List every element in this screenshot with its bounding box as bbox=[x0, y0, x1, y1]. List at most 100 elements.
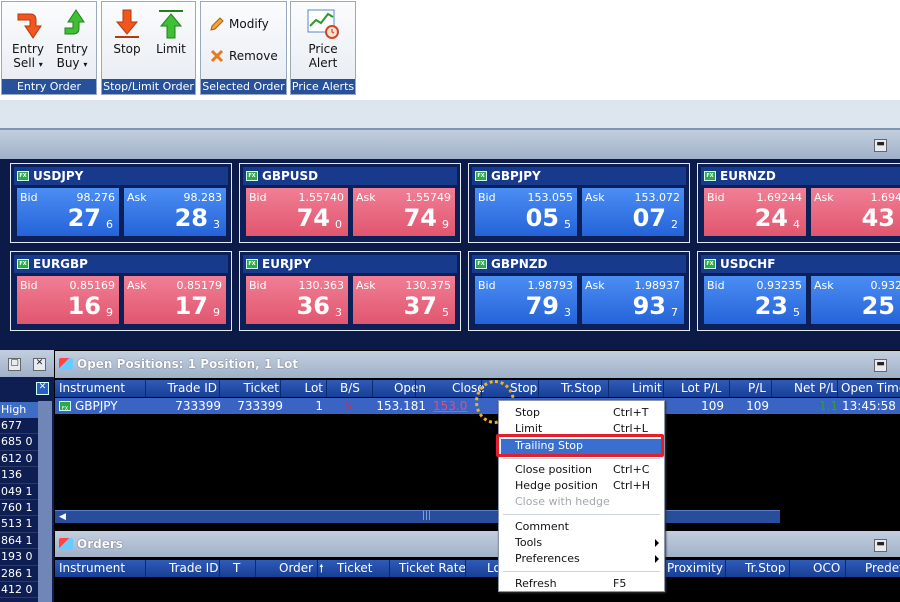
menu-item-hedge-position[interactable]: Hedge position bbox=[515, 478, 598, 493]
left-restore-button[interactable]: ▢ bbox=[8, 358, 21, 371]
column-divider bbox=[415, 380, 416, 397]
menu-item-preferences[interactable]: Preferences bbox=[515, 551, 580, 566]
column-header-net-p-l[interactable]: Net P/L bbox=[794, 381, 837, 396]
left-row: 864 1 bbox=[0, 533, 40, 550]
rate-tile-gbpnzd[interactable]: FX GBPNZD Bid 1.98793 79 3 Ask 1.98937 93 7 bbox=[468, 251, 690, 331]
stop-button[interactable]: Stop bbox=[108, 8, 146, 56]
column-header-stop[interactable]: Stop bbox=[510, 381, 537, 396]
column-header-ticket-rate[interactable]: Ticket Rate bbox=[399, 561, 466, 576]
menu-shortcut-stop: Ctrl+T bbox=[613, 406, 649, 419]
cell-lot-pl: 109 bbox=[701, 399, 724, 413]
bid-price-button[interactable]: Bid 1.98793 79 3 bbox=[475, 276, 577, 324]
menu-item-comment[interactable]: Comment bbox=[515, 519, 569, 534]
ask-price-button[interactable]: Ask 1.98937 93 7 bbox=[582, 276, 684, 324]
cell-pl: 109 bbox=[746, 399, 769, 413]
rates-minimize-button[interactable]: ▬ bbox=[874, 139, 887, 152]
price-alert-button[interactable]: Price Alert bbox=[301, 8, 345, 70]
scroll-left-icon[interactable]: ◀ bbox=[59, 512, 66, 522]
bid-price-button[interactable]: Bid 1.55740 74 0 bbox=[246, 188, 348, 236]
bid-price-button[interactable]: Bid 130.363 36 3 bbox=[246, 276, 348, 324]
column-divider bbox=[255, 560, 256, 577]
rate-tile-eurnzd[interactable]: FXEURNZDBid1.69244244Ask1.6943438 bbox=[697, 163, 900, 243]
bid-pip: 6 bbox=[106, 218, 113, 231]
column-divider bbox=[771, 380, 772, 397]
column-header-order[interactable]: Order bbox=[279, 561, 313, 576]
bid-label: Bid bbox=[707, 279, 725, 292]
open-positions-minimize-button[interactable]: ▬ bbox=[874, 359, 887, 372]
ask-price-button[interactable]: Ask 0.85179 17 9 bbox=[124, 276, 226, 324]
column-header-trade-id[interactable]: Trade ID bbox=[168, 381, 217, 396]
column-header-t[interactable]: T bbox=[233, 561, 240, 576]
left-vertical-scrollbar[interactable] bbox=[38, 401, 52, 602]
bid-price-button[interactable]: Bid 153.055 05 5 bbox=[475, 188, 577, 236]
remove-button[interactable]: Remove bbox=[209, 48, 278, 64]
orders-minimize-button[interactable]: ▬ bbox=[874, 539, 887, 552]
left-strip-titlebar: ▢ ✕ bbox=[0, 350, 54, 377]
ask-full-price: 1.98937 bbox=[634, 279, 681, 292]
column-header-limit[interactable]: Limit bbox=[632, 381, 662, 396]
column-header-oco[interactable]: OCO bbox=[813, 561, 840, 576]
left-row: 677 bbox=[0, 418, 40, 435]
left-close-icon[interactable]: ✕ bbox=[33, 358, 46, 371]
column-divider bbox=[725, 560, 726, 577]
column-header-open[interactable]: Open bbox=[394, 381, 426, 396]
rate-tile-eurjpy[interactable]: FX EURJPY Bid 130.363 36 3 Ask 130.375 37 5 bbox=[239, 251, 461, 331]
cell-close[interactable]: 153.0 bbox=[433, 399, 467, 414]
column-header-ticket[interactable]: Ticket bbox=[337, 561, 373, 576]
bid-big-figure: 79 bbox=[525, 292, 559, 320]
fx-flag-icon: FX bbox=[17, 259, 29, 269]
menu-item-close-position[interactable]: Close position bbox=[515, 462, 592, 477]
rate-tile-eurgbp[interactable]: FX EURGBP Bid 0.85169 16 9 Ask 0.85179 17 9 bbox=[10, 251, 232, 331]
column-header-ticket[interactable]: Ticket bbox=[243, 381, 279, 396]
menu-shortcut-hedge-position: Ctrl+H bbox=[613, 479, 651, 492]
ask-price-button[interactable]: Ask0.9325250 bbox=[811, 276, 900, 324]
simple-dealing-rates-panel: ▬ FX USDJPY Bid 98.276 27 6 Ask 98.283 28 3 FX GBPU… bbox=[0, 128, 900, 350]
column-header-p-l[interactable]: P/L bbox=[748, 381, 766, 396]
open-positions-panel: Open Positions: 1 Position, 1 Lot ▬ Inst… bbox=[55, 351, 900, 531]
limit-button[interactable]: Limit bbox=[152, 8, 190, 56]
left-x-icon[interactable]: ✕ bbox=[36, 382, 49, 395]
column-header-b-s[interactable]: B/S bbox=[340, 381, 360, 396]
rate-tile-gbpjpy[interactable]: FX GBPJPY Bid 153.055 05 5 Ask 153.072 07 2 bbox=[468, 163, 690, 243]
entry-sell-button[interactable]: Entry Sell ▾ bbox=[8, 8, 48, 72]
column-header-proximity[interactable]: Proximity bbox=[667, 561, 723, 576]
ask-big-figure: 43 bbox=[861, 204, 895, 232]
column-header-instrument[interactable]: Instrument bbox=[59, 381, 125, 396]
bid-price-button[interactable]: Bid 98.276 27 6 bbox=[17, 188, 119, 236]
open-positions-horizontal-scrollbar[interactable]: ◀ ||| bbox=[55, 510, 780, 523]
stop-button-label: Stop bbox=[113, 42, 141, 56]
modify-button[interactable]: Modify bbox=[209, 16, 269, 32]
bid-price-button[interactable]: Bid 0.85169 16 9 bbox=[17, 276, 119, 324]
bid-pip: 5 bbox=[793, 306, 800, 319]
ask-price-button[interactable]: Ask1.6943438 bbox=[811, 188, 900, 236]
sort-ascending-icon[interactable]: 🠕 bbox=[319, 561, 324, 576]
entry-buy-button[interactable]: Entry Buy ▾ bbox=[52, 8, 92, 72]
column-header-open-time[interactable]: Open Time bbox=[841, 381, 900, 396]
rate-tile-usdchf[interactable]: FXUSDCHF Bid0.93235235Ask0.9325250 bbox=[697, 251, 900, 331]
rate-tile-usdjpy[interactable]: FX USDJPY Bid 98.276 27 6 Ask 98.283 28 3 bbox=[10, 163, 232, 243]
ask-price-button[interactable]: Ask 1.55749 74 9 bbox=[353, 188, 455, 236]
bid-price-button[interactable]: Bid 0.93235 23 5 bbox=[704, 276, 806, 324]
rate-tile-header: FX USDCHF bbox=[701, 255, 900, 273]
column-header-lot-p-l[interactable]: Lot P/L bbox=[681, 381, 721, 396]
column-header-tr-stop[interactable]: Tr.Stop bbox=[561, 381, 602, 396]
ask-big-figure: 93 bbox=[632, 292, 666, 320]
bid-price-button[interactable]: Bid 1.69244 24 4 bbox=[704, 188, 806, 236]
ask-price-button[interactable]: Ask 153.072 07 2 bbox=[582, 188, 684, 236]
menu-item-refresh[interactable]: Refresh bbox=[515, 576, 557, 591]
column-header-lot[interactable]: Lot bbox=[304, 381, 323, 396]
scroll-thumb-grip-icon[interactable]: ||| bbox=[422, 511, 431, 521]
bid-pip: 4 bbox=[793, 218, 800, 231]
column-header-tr-stop[interactable]: Tr.Stop bbox=[745, 561, 786, 576]
ask-price-button[interactable]: Ask 98.283 28 3 bbox=[124, 188, 226, 236]
menu-item-tools[interactable]: Tools bbox=[515, 535, 542, 550]
column-header-trade-id[interactable]: Trade ID bbox=[169, 561, 218, 576]
left-row: 049 1 bbox=[0, 484, 40, 500]
menu-item-stop[interactable]: Stop bbox=[515, 405, 540, 420]
rate-tile-gbpusd[interactable]: FX GBPUSD Bid 1.55740 74 0 Ask 1.55749 74 9 bbox=[239, 163, 461, 243]
ask-price-button[interactable]: Ask 130.375 37 5 bbox=[353, 276, 455, 324]
column-header-instrument[interactable]: Instrument bbox=[59, 561, 125, 576]
context-menu: Stop Ctrl+T Limit Ctrl+L Trailing Stop Close … bbox=[498, 400, 665, 592]
column-header-predef[interactable]: Predef bbox=[865, 561, 900, 576]
entry-sell-line2: Sell ▾ bbox=[13, 56, 43, 70]
